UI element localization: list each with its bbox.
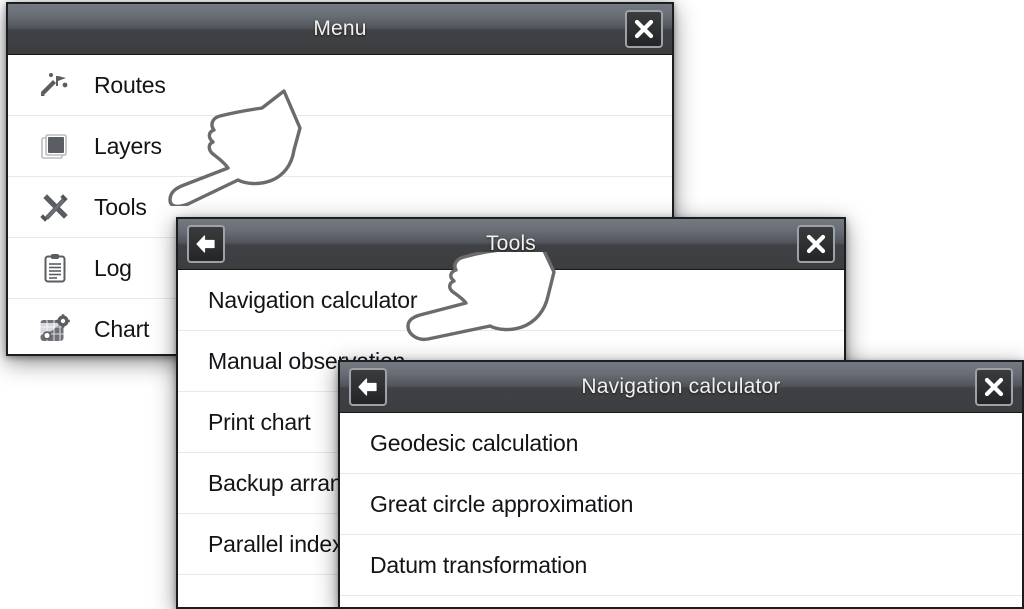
layers-icon xyxy=(32,132,78,160)
navigation-calculator-panel: Navigation calculator Geodesic calculati… xyxy=(338,360,1024,609)
tools-icon xyxy=(32,191,78,223)
close-button[interactable] xyxy=(797,225,835,263)
navcalc-titlebar: Navigation calculator xyxy=(340,362,1022,413)
close-icon xyxy=(806,234,826,254)
close-icon xyxy=(984,377,1004,397)
menu-panel-title: Menu xyxy=(313,17,367,40)
back-button[interactable] xyxy=(187,225,225,263)
tools-item-label: Print chart xyxy=(208,408,311,435)
tools-item-label: Navigation calculator xyxy=(208,286,418,313)
tools-panel-title: Tools xyxy=(485,232,537,255)
chart-icon xyxy=(32,314,78,344)
tools-item-navigation-calculator[interactable]: Navigation calculator xyxy=(178,270,844,331)
close-icon xyxy=(634,19,654,39)
menu-item-layers[interactable]: Layers xyxy=(8,116,672,177)
close-button[interactable] xyxy=(625,10,663,48)
menu-item-label: Tools xyxy=(94,193,147,220)
close-button[interactable] xyxy=(975,368,1013,406)
menu-item-routes[interactable]: Routes xyxy=(8,55,672,116)
navcalc-item-label: Great circle approximation xyxy=(370,490,634,517)
navcalc-panel-title: Navigation calculator xyxy=(581,375,781,398)
routes-icon xyxy=(32,72,78,98)
navcalc-list: Geodesic calculation Great circle approx… xyxy=(340,413,1022,596)
arrow-left-icon xyxy=(358,378,377,396)
arrow-left-icon xyxy=(196,235,215,253)
menu-titlebar: Menu xyxy=(8,4,672,55)
menu-item-label: Chart xyxy=(94,315,150,342)
navcalc-item-great-circle-approximation[interactable]: Great circle approximation xyxy=(340,474,1022,535)
menu-item-label: Log xyxy=(94,254,132,281)
log-icon xyxy=(32,253,78,283)
back-button[interactable] xyxy=(349,368,387,406)
navcalc-item-label: Datum transformation xyxy=(370,551,588,578)
tools-item-label: Parallel index xyxy=(208,530,344,557)
tools-titlebar: Tools xyxy=(178,219,844,270)
navcalc-item-datum-transformation[interactable]: Datum transformation xyxy=(340,535,1022,596)
navcalc-item-label: Geodesic calculation xyxy=(370,429,579,456)
menu-item-label: Routes xyxy=(94,71,166,98)
navcalc-item-geodesic-calculation[interactable]: Geodesic calculation xyxy=(340,413,1022,474)
menu-item-label: Layers xyxy=(94,132,162,159)
